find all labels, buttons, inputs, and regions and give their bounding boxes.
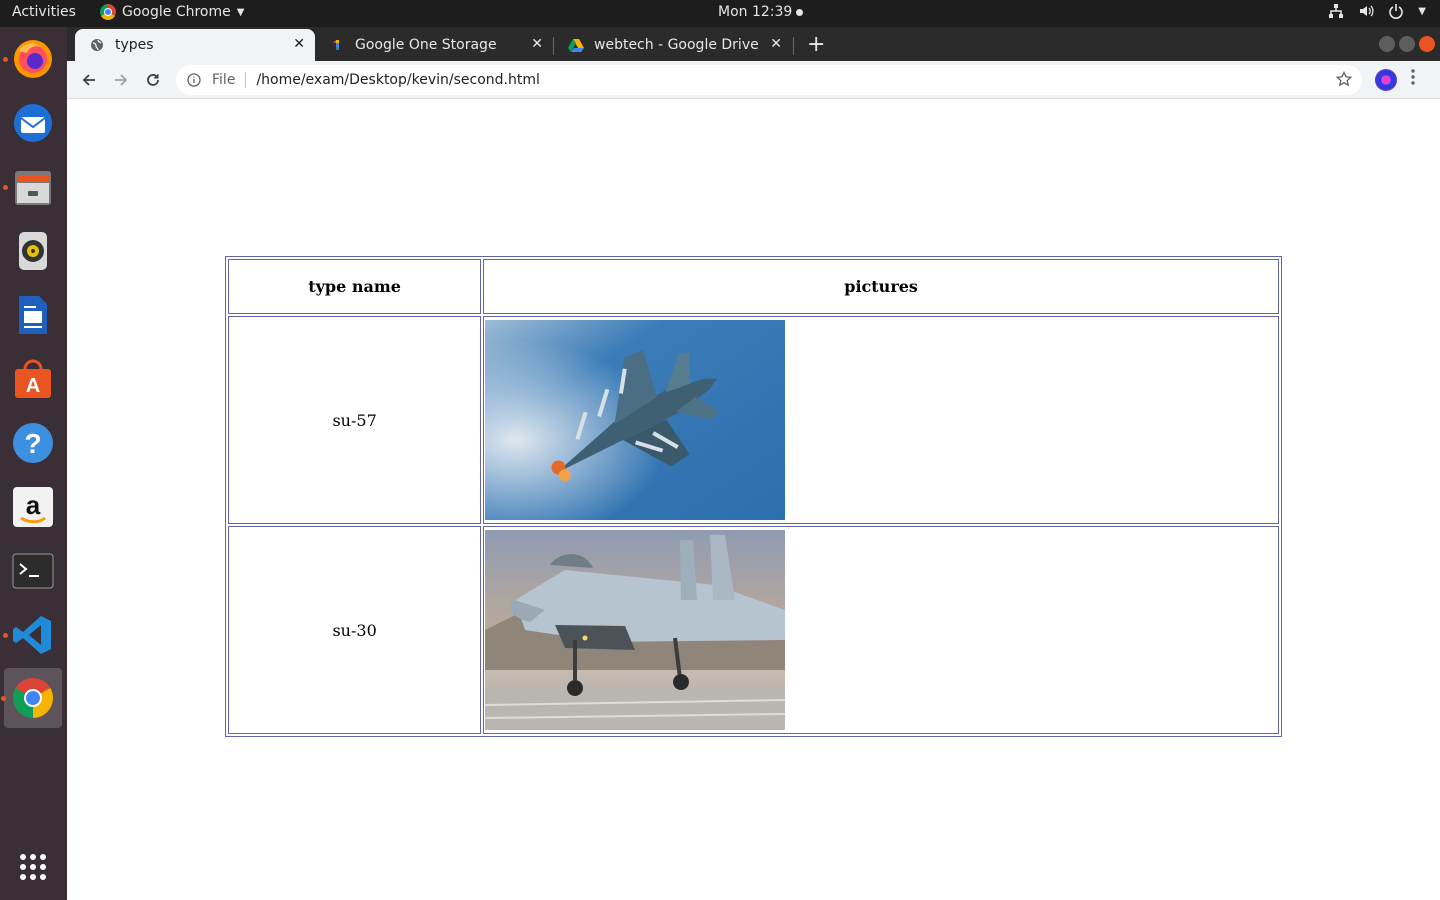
su-30-photo — [485, 530, 786, 730]
activities-button[interactable]: Activities — [12, 4, 76, 20]
tab-title: webtech - Google Drive — [594, 37, 759, 53]
power-icon — [1389, 4, 1404, 19]
software-icon: A — [15, 359, 51, 398]
network-icon — [1329, 4, 1344, 18]
running-indicator — [3, 185, 8, 190]
system-top-bar: Activities Google Chrome ▼ Mon 12:39 ▼ — [0, 0, 1440, 27]
table-row: su-57 — [228, 316, 1279, 524]
firefox-icon — [14, 40, 52, 78]
google-drive-icon — [568, 37, 584, 53]
files-icon — [15, 171, 51, 205]
tab-separator — [793, 37, 794, 55]
reload-button[interactable] — [140, 67, 166, 93]
running-indicator — [3, 633, 8, 638]
dock-terminal[interactable] — [7, 545, 59, 597]
new-tab-button[interactable]: + — [807, 32, 825, 57]
chrome-icon — [100, 4, 116, 20]
type-name-cell: su-57 — [228, 316, 482, 524]
picture-cell — [483, 526, 1279, 734]
google-one-icon — [329, 37, 345, 53]
volume-icon — [1360, 5, 1374, 17]
help-icon: ? — [13, 423, 53, 463]
kebab-menu-icon — [1411, 69, 1415, 85]
profile-avatar[interactable] — [1375, 69, 1397, 91]
back-button[interactable] — [76, 67, 102, 93]
dock-rhythmbox[interactable] — [7, 225, 59, 277]
svg-text:a: a — [26, 490, 41, 520]
url-scheme: File — [212, 72, 236, 88]
minimize-button[interactable] — [1379, 36, 1395, 52]
header-pictures: pictures — [483, 259, 1279, 314]
tab-strip: types ✕ Google One Storage ✕ webtech - G… — [67, 27, 1440, 61]
app-menu[interactable]: Google Chrome ▼ — [100, 4, 244, 20]
dock: A ? a — [0, 27, 67, 900]
dock-chrome[interactable] — [1, 668, 62, 728]
table-header-row: type name pictures — [228, 259, 1279, 314]
running-indicator — [3, 57, 8, 62]
svg-text:A: A — [26, 375, 40, 397]
dock-software[interactable]: A — [7, 353, 59, 405]
dock-help[interactable]: ? — [7, 417, 59, 469]
tab-title: types — [115, 37, 154, 53]
browser-window: types ✕ Google One Storage ✕ webtech - G… — [67, 27, 1440, 900]
dock-thunderbird[interactable] — [7, 97, 59, 149]
forward-arrow-icon — [115, 74, 128, 86]
tab-title: Google One Storage — [355, 37, 497, 53]
globe-icon — [89, 37, 105, 53]
close-window-button[interactable] — [1419, 36, 1435, 52]
chevron-down-icon: ▼ — [236, 6, 245, 18]
app-menu-label: Google Chrome — [122, 4, 231, 20]
address-bar[interactable]: File /home/exam/Desktop/kevin/second.htm… — [176, 65, 1362, 95]
rhythmbox-icon — [19, 232, 47, 270]
types-table: type name pictures su-57 su-30 — [225, 256, 1282, 737]
page-content: type name pictures su-57 su-30 — [67, 99, 1440, 900]
clock-label: Mon 12:39 — [718, 4, 793, 20]
dock-files[interactable] — [3, 161, 59, 213]
type-name-cell: su-30 — [228, 526, 482, 734]
su-57-photo — [485, 320, 786, 520]
tab-google-one-storage[interactable]: Google One Storage ✕ — [315, 29, 553, 61]
reload-icon — [147, 74, 159, 86]
writer-icon — [19, 296, 47, 334]
show-apps-icon — [20, 854, 46, 880]
url-text[interactable]: /home/exam/Desktop/kevin/second.html — [256, 72, 539, 88]
dock-amazon[interactable]: a — [7, 481, 59, 533]
close-icon[interactable]: ✕ — [531, 36, 543, 52]
omnibox-divider — [245, 72, 247, 88]
info-icon[interactable] — [186, 72, 202, 88]
clock[interactable]: Mon 12:39 — [718, 4, 804, 20]
maximize-button[interactable] — [1399, 36, 1415, 52]
notification-dot-icon — [796, 8, 804, 16]
close-icon[interactable]: ✕ — [770, 36, 782, 52]
tab-types[interactable]: types ✕ — [75, 29, 315, 61]
browser-toolbar: File /home/exam/Desktop/kevin/second.htm… — [67, 61, 1440, 99]
tab-webtech-google-drive[interactable]: webtech - Google Drive ✕ — [554, 29, 792, 61]
thunderbird-icon — [14, 104, 52, 142]
terminal-icon — [12, 553, 54, 589]
bookmark-star-icon[interactable] — [1335, 70, 1353, 91]
dock-vscode[interactable] — [3, 609, 59, 661]
table-row: su-30 — [228, 526, 1279, 734]
svg-text:?: ? — [24, 428, 41, 459]
dock-writer[interactable] — [7, 289, 59, 341]
amazon-icon: a — [13, 487, 53, 527]
system-tray[interactable]: ▼ — [1328, 3, 1426, 19]
picture-cell — [483, 316, 1279, 524]
dock-show-apps[interactable] — [7, 841, 59, 893]
running-indicator — [1, 696, 6, 701]
chevron-down-icon: ▼ — [1418, 5, 1426, 17]
forward-button[interactable] — [108, 67, 134, 93]
chrome-icon — [13, 678, 53, 718]
header-type-name: type name — [228, 259, 482, 314]
close-icon[interactable]: ✕ — [293, 36, 305, 52]
chrome-menu-button[interactable] — [1411, 69, 1415, 90]
vscode-icon — [13, 616, 51, 654]
dock-firefox[interactable] — [3, 33, 59, 85]
back-arrow-icon — [82, 74, 95, 86]
